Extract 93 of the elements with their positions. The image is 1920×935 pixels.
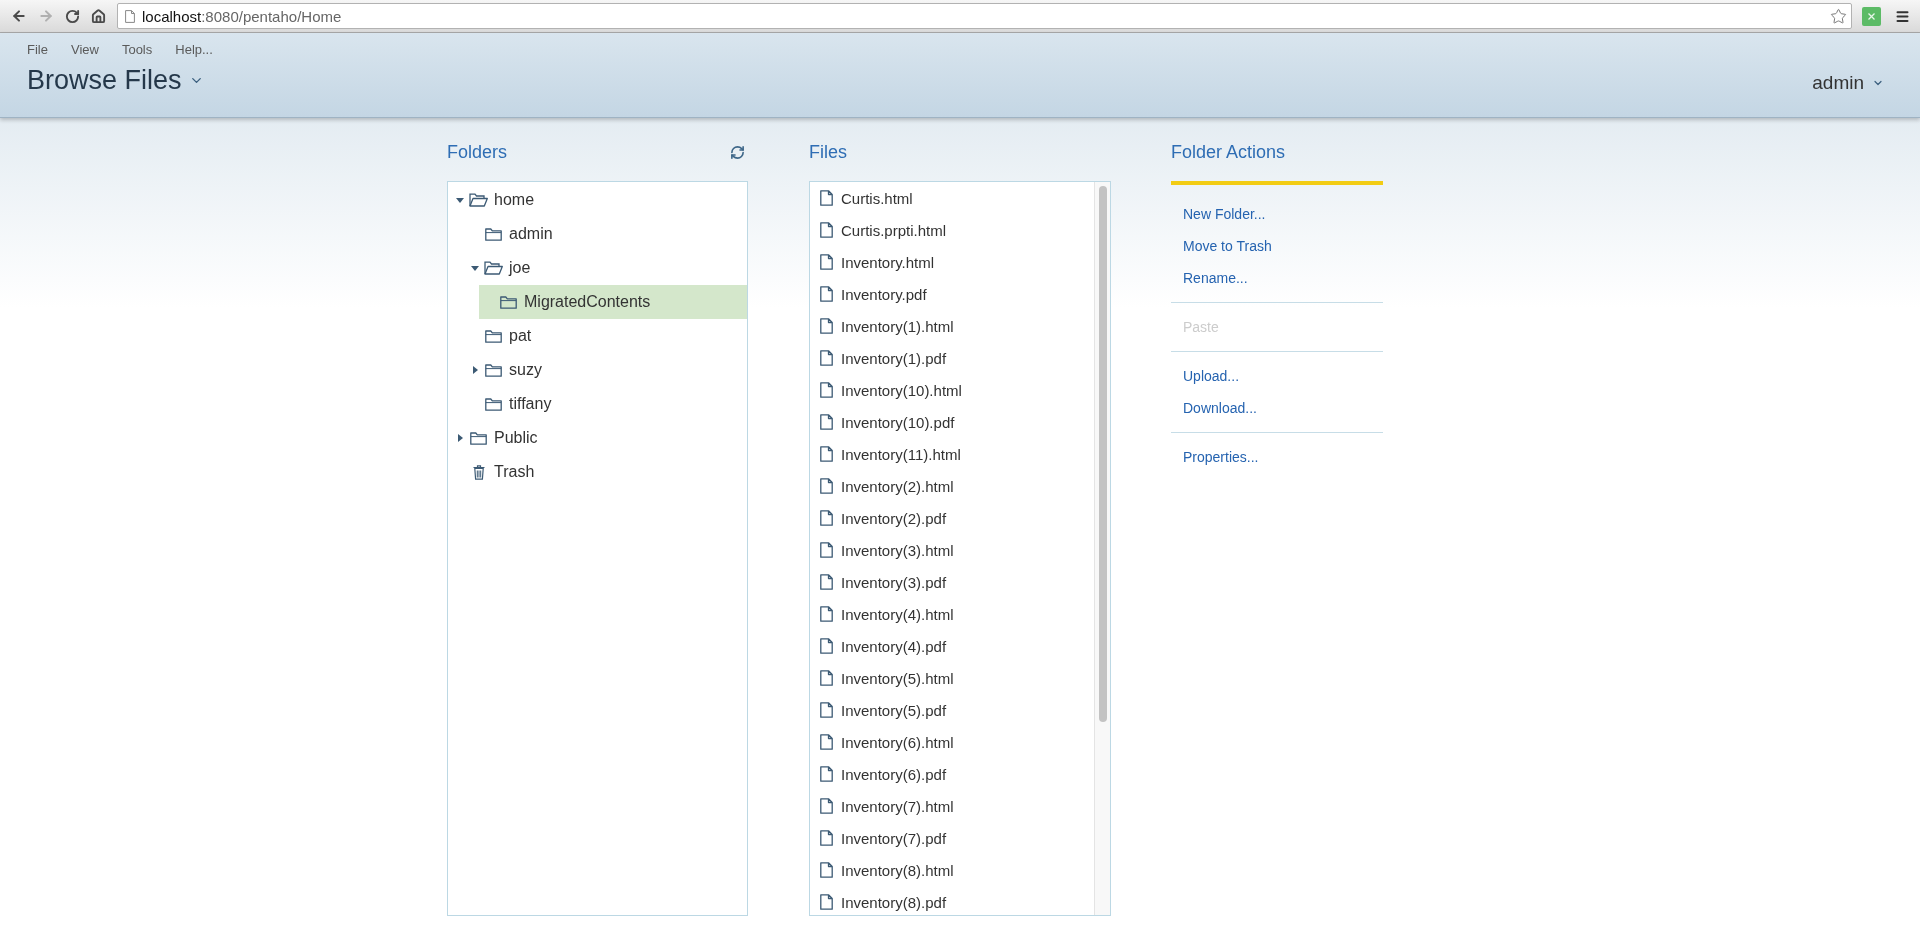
user-menu[interactable]: admin [1812,71,1884,95]
action-link[interactable]: Move to Trash [1171,230,1383,262]
refresh-icon[interactable] [730,144,745,160]
document-item[interactable]: Inventory(1).html [810,310,1094,342]
action-link[interactable]: Download... [1171,392,1383,424]
menu-item[interactable]: View [70,41,99,57]
document-item[interactable]: Inventory(5).html [810,662,1094,694]
document-icon [820,638,833,654]
document-item[interactable]: Inventory.html [810,246,1094,278]
folder-icon [500,295,517,309]
action-link[interactable]: New Folder... [1171,198,1383,230]
action-link[interactable]: Rename... [1171,262,1383,294]
address-field[interactable]: localhost:8080/pentaho/Home [117,3,1852,29]
tree-item[interactable]: joe [464,251,747,285]
document-icon [820,670,833,686]
tree-item[interactable]: admin [464,217,747,251]
menu-item[interactable]: Help... [175,41,213,57]
document-icon [820,766,833,782]
perspective-dropdown[interactable]: Browse Files [27,64,213,96]
document-item[interactable]: Inventory(8).html [810,854,1094,886]
tree-item[interactable]: pat [464,319,747,353]
document-icon [820,254,833,270]
document-item[interactable]: Curtis.prpti.html [810,214,1094,246]
caret-down-icon[interactable] [471,265,479,271]
document-icon [820,798,833,814]
scrollbar-thumb[interactable] [1099,186,1107,722]
page-icon [125,9,135,23]
menu-item[interactable]: Tools [121,41,153,57]
document-icon [820,702,833,718]
bookmark-star-icon[interactable] [1830,7,1847,25]
document-item[interactable]: Inventory(3).pdf [810,566,1094,598]
document-item[interactable]: Inventory(4).html [810,598,1094,630]
document-icon [820,414,833,430]
document-icon [820,830,833,846]
open-folder-icon [484,261,503,275]
caret-right-icon[interactable] [457,434,463,442]
document-icon [820,446,833,462]
document-icon [820,190,833,206]
action-link[interactable]: Upload... [1171,360,1383,392]
document-item[interactable]: Inventory(10).pdf [810,406,1094,438]
panel-title: Folders [447,141,508,163]
document-item[interactable]: Inventory(6).html [810,726,1094,758]
document-item[interactable]: Curtis.html [810,182,1094,214]
folder-icon [485,227,502,241]
menu-icon[interactable] [1895,8,1910,24]
tree-item[interactable]: tiffany [464,387,747,421]
document-item[interactable]: Inventory.pdf [810,278,1094,310]
menu-item[interactable]: File [27,41,48,57]
reload-icon[interactable] [65,8,80,24]
document-icon [820,382,833,398]
document-icon [820,510,833,526]
document-icon [820,894,833,910]
caret-down-icon[interactable] [456,197,464,203]
document-icon [820,862,833,878]
document-item[interactable]: Inventory(4).pdf [810,630,1094,662]
document-item[interactable]: Inventory(7).html [810,790,1094,822]
home-icon[interactable] [91,8,106,24]
tree-item[interactable]: suzy [464,353,747,387]
panel-title: Files [809,141,847,163]
folder-icon [485,329,502,343]
tree-item[interactable]: Trash [449,455,747,489]
document-icon [820,734,833,750]
document-item[interactable]: Inventory(6).pdf [810,758,1094,790]
open-folder-icon [469,193,488,207]
document-icon [820,542,833,558]
tree-item[interactable]: Public [449,421,747,455]
document-item[interactable]: Inventory(2).pdf [810,502,1094,534]
document-item[interactable]: Inventory(2).html [810,470,1094,502]
document-icon [820,478,833,494]
document-icon [820,222,833,238]
action-link[interactable]: Properties... [1171,441,1383,473]
folder-icon [485,363,502,377]
document-icon [820,318,833,334]
document-item[interactable]: Inventory(5).pdf [810,694,1094,726]
document-item[interactable]: Inventory(11).html [810,438,1094,470]
tree-item[interactable]: MigratedContents [479,285,747,319]
back-icon[interactable] [11,8,27,24]
tree-item[interactable]: home [449,183,747,217]
document-item[interactable]: Inventory(10).html [810,374,1094,406]
caret-right-icon[interactable] [472,366,478,374]
folder-icon [470,431,487,445]
document-icon [820,286,833,302]
document-item[interactable]: Inventory(3).html [810,534,1094,566]
document-icon [820,350,833,366]
document-item[interactable]: Inventory(1).pdf [810,342,1094,374]
document-icon [820,606,833,622]
document-icon [820,574,833,590]
folder-icon [485,397,502,411]
url-text: localhost:8080/pentaho/Home [142,7,342,25]
panel-title: Folder Actions [1171,141,1286,163]
document-item[interactable]: Inventory(8).pdf [810,886,1094,915]
document-item[interactable]: Inventory(7).pdf [810,822,1094,854]
trash-icon [472,464,485,480]
